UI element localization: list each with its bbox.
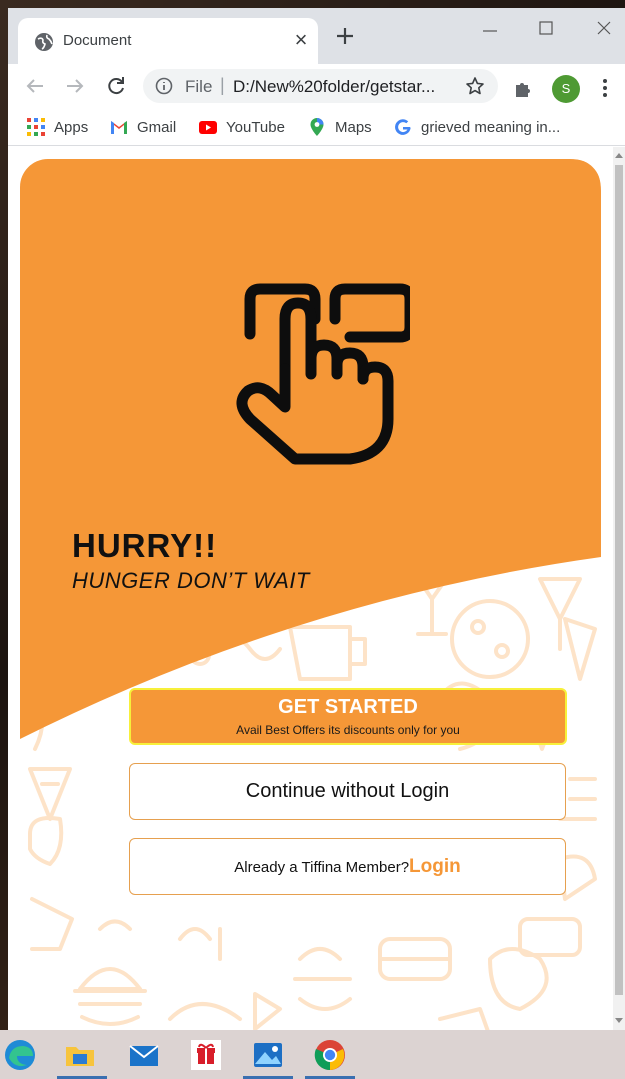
youtube-icon bbox=[199, 121, 217, 134]
gmail-icon bbox=[111, 121, 127, 134]
login-link[interactable]: Login bbox=[409, 856, 461, 877]
bookmark-apps[interactable]: Apps bbox=[26, 115, 88, 139]
bookmark-youtube[interactable]: YouTube bbox=[198, 115, 285, 139]
bookmark-label: Apps bbox=[54, 118, 89, 136]
page-viewport: HURRY!! HUNGER DON’T WAIT GET STARTED Av… bbox=[8, 147, 613, 1030]
bookmark-maps[interactable]: Maps bbox=[307, 115, 372, 139]
getstarted-card: HURRY!! HUNGER DON’T WAIT GET STARTED Av… bbox=[20, 159, 601, 1030]
mail-icon[interactable] bbox=[127, 1038, 161, 1072]
chrome-icon[interactable] bbox=[313, 1038, 347, 1072]
close-window-icon[interactable] bbox=[584, 14, 624, 44]
bookmark-label: grieved meaning in... bbox=[421, 118, 561, 136]
info-icon[interactable] bbox=[155, 77, 173, 95]
bookmark-label: Maps bbox=[335, 118, 372, 136]
maximize-icon[interactable] bbox=[526, 14, 566, 44]
google-icon bbox=[395, 119, 411, 135]
hand-tap-icon bbox=[236, 283, 410, 465]
member-question: Already a Tiffina Member? bbox=[234, 859, 410, 876]
close-tab-icon[interactable]: × bbox=[290, 27, 312, 53]
photos-icon[interactable] bbox=[251, 1038, 285, 1072]
continue-without-login-button[interactable]: Continue without Login bbox=[129, 763, 566, 820]
bookmarks-bar: Apps Gmail YouTube Maps grieved meaning … bbox=[8, 108, 625, 146]
browser-window: Document × File | D:/New%20folder/getsta… bbox=[8, 8, 625, 1030]
globe-icon bbox=[35, 33, 53, 51]
get-started-label: GET STARTED bbox=[278, 696, 418, 718]
extensions-puzzle-icon[interactable] bbox=[513, 79, 533, 99]
bookmark-label: YouTube bbox=[226, 118, 285, 136]
maps-icon bbox=[310, 118, 324, 136]
bookmark-search[interactable]: grieved meaning in... bbox=[393, 115, 560, 139]
bookmark-gmail[interactable]: Gmail bbox=[109, 115, 176, 139]
more-menu-icon[interactable] bbox=[598, 78, 612, 98]
get-started-subtext: Avail Best Offers its discounts only for… bbox=[236, 723, 460, 737]
address-toolbar: File | D:/New%20folder/getstar... S bbox=[8, 64, 625, 108]
profile-avatar[interactable]: S bbox=[552, 75, 580, 103]
back-arrow-icon[interactable] bbox=[21, 72, 49, 100]
tagline: HUNGER DON’T WAIT bbox=[72, 568, 310, 593]
tab-strip: Document × bbox=[8, 8, 625, 64]
headline: HURRY!! bbox=[72, 527, 218, 564]
reload-icon[interactable] bbox=[102, 72, 130, 100]
file-explorer-icon[interactable] bbox=[63, 1038, 97, 1072]
member-login-box: Already a Tiffina Member?Login bbox=[129, 838, 566, 895]
minimize-icon[interactable] bbox=[470, 14, 510, 44]
url-text[interactable]: D:/New%20folder/getstar... bbox=[233, 77, 455, 97]
bookmark-label: Gmail bbox=[137, 118, 177, 136]
scheme-separator: | bbox=[220, 75, 225, 95]
get-started-button[interactable]: GET STARTED Avail Best Offers its discou… bbox=[129, 688, 567, 745]
gift-app-icon[interactable] bbox=[189, 1038, 223, 1072]
tab-title: Document bbox=[63, 32, 132, 49]
page-scrollbar[interactable] bbox=[613, 147, 625, 1030]
scroll-up-arrow-icon[interactable] bbox=[615, 151, 623, 159]
star-bookmark-icon[interactable] bbox=[465, 76, 485, 96]
scroll-thumb[interactable] bbox=[615, 165, 623, 995]
tab-document[interactable]: Document × bbox=[18, 18, 318, 64]
apps-grid-icon bbox=[27, 118, 45, 136]
new-tab-icon[interactable] bbox=[332, 23, 358, 49]
scroll-down-arrow-icon[interactable] bbox=[615, 1017, 623, 1025]
address-bar[interactable]: File | D:/New%20folder/getstar... bbox=[143, 69, 498, 103]
forward-arrow-icon[interactable] bbox=[61, 72, 89, 100]
scheme-label: File bbox=[185, 77, 213, 96]
edge-icon[interactable] bbox=[3, 1038, 37, 1072]
windows-taskbar bbox=[0, 1030, 625, 1079]
